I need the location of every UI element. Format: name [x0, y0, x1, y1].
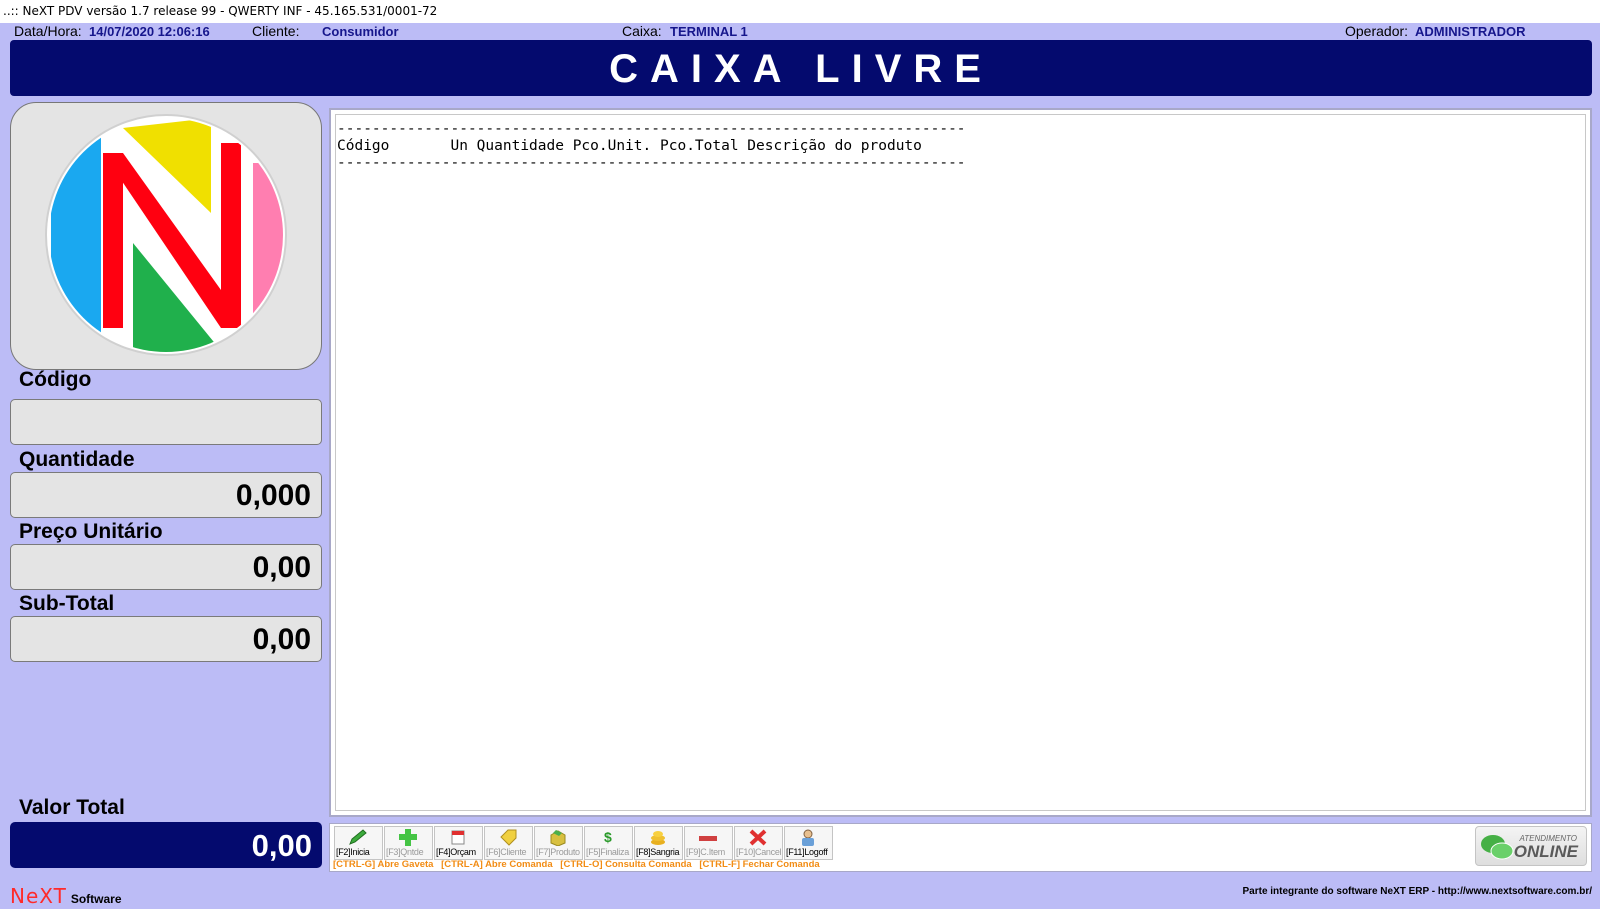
f2-start-button[interactable]: [F2]Inicia — [334, 826, 383, 860]
quantity-field: 0,000 — [10, 472, 322, 518]
receipt-panel: ----------------------------------------… — [329, 108, 1592, 817]
box-icon — [550, 830, 566, 846]
user-icon — [802, 829, 814, 846]
online-big-text: ONLINE — [1513, 842, 1578, 861]
f3-quantity-button[interactable]: [F3]Qntde — [384, 826, 433, 860]
f11-logoff-button[interactable]: [F11]Logoff — [784, 826, 833, 860]
f10-cancel-button[interactable]: [F10]Cancel — [734, 826, 783, 860]
logo-panel — [10, 102, 322, 370]
total-value: 0,00 — [10, 822, 322, 868]
footer-brand: NeXT Software — [10, 884, 122, 909]
receipt-text[interactable]: ----------------------------------------… — [335, 114, 1586, 811]
cancel-item-icon — [699, 836, 717, 841]
function-keys: [F2]Inicia [F3]Qntde [F4]Orçam [F6]Clien… — [334, 826, 834, 860]
unit-price-field: 0,00 — [10, 544, 322, 590]
operator-value: ADMINISTRADOR — [1415, 24, 1526, 39]
register-value: TERMINAL 1 — [670, 24, 748, 39]
client-label: Cliente: — [252, 23, 300, 39]
shortcut-open-order: [CTRL-A] Abre Comanda — [441, 859, 553, 870]
window-title: ..:: NeXT PDV versão 1.7 release 99 - QW… — [0, 0, 1600, 23]
f6-client-button[interactable]: [F6]Cliente — [484, 826, 533, 860]
subtotal-label: Sub-Total — [19, 592, 115, 615]
datetime-label: Data/Hora: — [14, 23, 82, 39]
status-banner: CAIXA LIVRE — [10, 40, 1592, 96]
register-label: Caixa: — [622, 23, 662, 39]
brand-sub: Software — [70, 892, 122, 906]
tag-icon — [500, 829, 517, 846]
subtotal-field: 0,00 — [10, 616, 322, 662]
shortcut-query-order: [CTRL-O] Consulta Comanda — [560, 859, 692, 870]
client-value: Consumidor — [322, 24, 399, 39]
x-icon — [749, 829, 767, 846]
shortcut-close-order: [CTRL-F] Fechar Comanda — [699, 859, 820, 870]
code-label: Código — [19, 368, 92, 391]
f7-product-button[interactable]: [F7]Produto — [534, 826, 583, 860]
receipt-separator-bottom: ----------------------------------------… — [337, 155, 966, 171]
code-input[interactable] — [10, 399, 322, 445]
receipt-separator-top: ----------------------------------------… — [337, 121, 966, 137]
plus-icon — [399, 829, 417, 846]
f5-finalize-button[interactable]: $ [F5]Finaliza — [584, 826, 633, 860]
online-support-button[interactable]: ATENDIMENTO ONLINE — [1475, 826, 1587, 866]
pencil-icon — [349, 829, 367, 845]
coins-icon — [651, 831, 665, 845]
shortcut-hints: [CTRL-G] Abre Gaveta [CTRL-A] Abre Coman… — [333, 859, 825, 870]
datetime-value: 14/07/2020 12:06:16 — [89, 24, 210, 39]
footer-note: Parte integrante do software NeXT ERP - … — [1242, 886, 1592, 897]
unit-price-label: Preço Unitário — [19, 520, 163, 543]
calendar-icon — [451, 830, 465, 845]
quantity-label: Quantidade — [19, 448, 135, 471]
receipt-header: Código Un Quantidade Pco.Unit. Pco.Total… — [337, 138, 922, 154]
dollar-icon: $ — [604, 829, 612, 845]
chat-bubbles-icon — [1481, 835, 1514, 860]
shortcut-open-drawer: [CTRL-G] Abre Gaveta — [333, 859, 434, 870]
f4-quote-button[interactable]: [F4]Orçam — [434, 826, 483, 860]
f9-cancel-item-button[interactable]: [F9]C.Item — [684, 826, 733, 860]
svg-text:$: $ — [604, 829, 612, 845]
brand-name: NeXT — [10, 884, 67, 908]
f8-withdrawal-button[interactable]: [F8]Sangria — [634, 826, 683, 860]
total-label: Valor Total — [19, 796, 125, 819]
function-toolbar: [F2]Inicia [F3]Qntde [F4]Orçam [F6]Clien… — [329, 823, 1592, 872]
operator-label: Operador: — [1345, 23, 1409, 39]
info-bar: Data/Hora: 14/07/2020 12:06:16 Cliente: … — [0, 23, 1600, 40]
next-logo-icon — [45, 114, 287, 356]
